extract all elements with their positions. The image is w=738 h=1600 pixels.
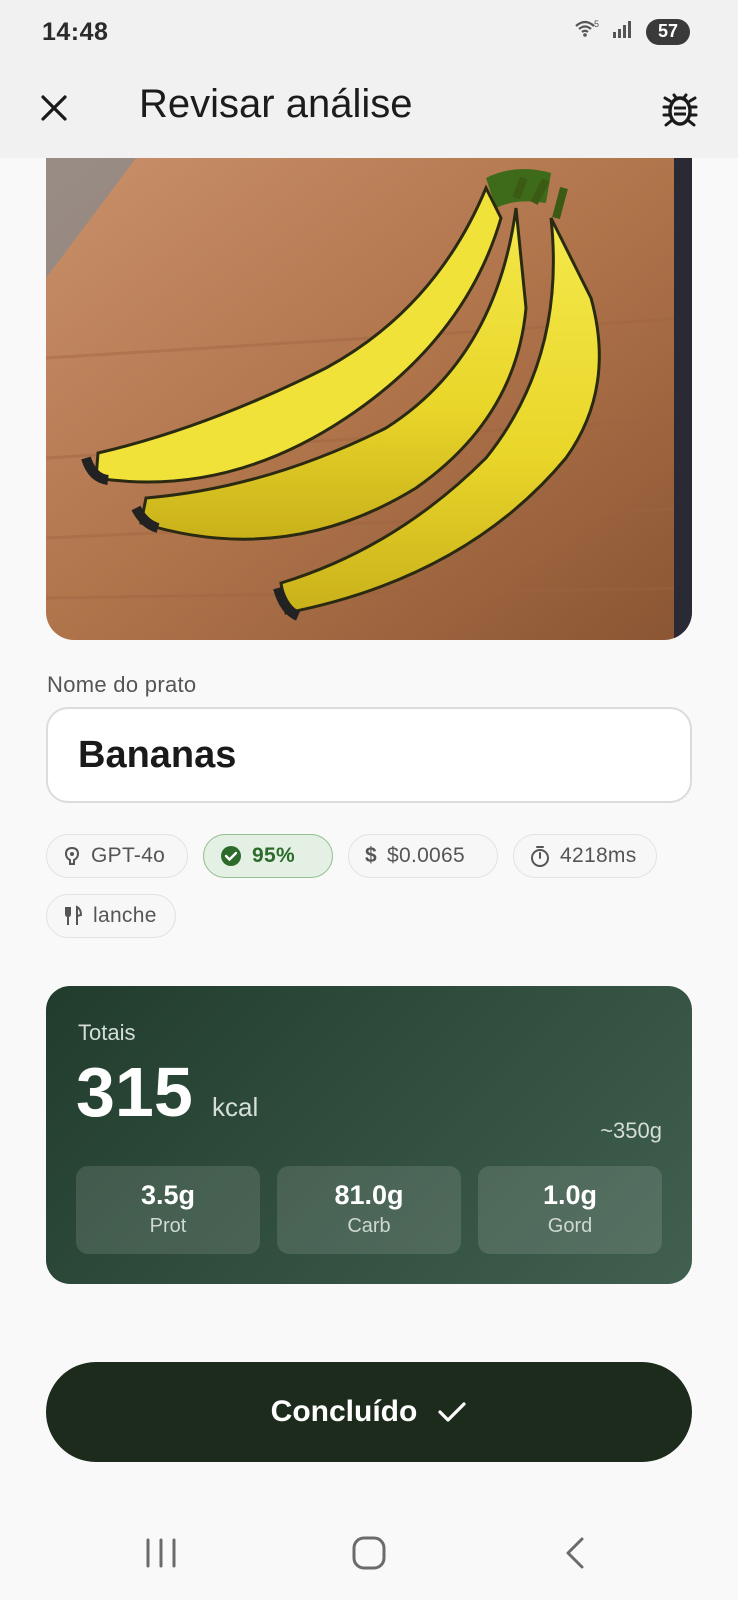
cost-chip: $ $0.0065 bbox=[348, 834, 498, 878]
timer-icon bbox=[531, 846, 549, 867]
utensils-icon bbox=[65, 905, 83, 925]
totals-card: Totais 315 kcal ~350g 3.5g Prot 81.0g Ca… bbox=[46, 986, 692, 1284]
totals-weight: ~350g bbox=[600, 1118, 662, 1143]
wifi-icon: 5 bbox=[574, 18, 600, 45]
done-button[interactable]: Concluído bbox=[46, 1362, 692, 1462]
battery-indicator: 57 bbox=[646, 18, 690, 45]
home-button[interactable] bbox=[339, 1528, 399, 1578]
macro-protein-value: 3.5g bbox=[140, 1180, 196, 1210]
macro-fat-label: Gord bbox=[547, 1215, 593, 1237]
signal-icon bbox=[612, 19, 634, 44]
status-bar: 14:48 5 57 bbox=[0, 0, 738, 66]
back-button[interactable] bbox=[545, 1528, 605, 1578]
close-icon bbox=[41, 95, 67, 121]
done-button-label: Concluído bbox=[270, 1395, 418, 1428]
model-chip: GPT-4o bbox=[46, 834, 188, 878]
totals-kcal-value: 315 bbox=[76, 1053, 193, 1131]
brain-icon bbox=[64, 846, 80, 865]
dollar-icon: $ bbox=[365, 844, 377, 867]
confidence-chip-text: 95% bbox=[252, 844, 295, 867]
dish-name-input[interactable] bbox=[46, 707, 692, 803]
macro-protein-label: Prot bbox=[149, 1215, 187, 1237]
macro-carb: 81.0g Carb bbox=[277, 1166, 461, 1254]
macro-fat: 1.0g Gord bbox=[478, 1166, 662, 1254]
dish-name-label: Nome do prato bbox=[47, 672, 197, 697]
debug-button[interactable] bbox=[652, 80, 708, 136]
macro-protein: 3.5g Prot bbox=[76, 1166, 260, 1254]
svg-text:5: 5 bbox=[594, 19, 599, 29]
time-chip: 4218ms bbox=[513, 834, 657, 878]
model-chip-text: GPT-4o bbox=[91, 844, 166, 867]
check-icon bbox=[438, 1402, 466, 1422]
status-icons: 5 57 bbox=[574, 18, 690, 45]
time-chip-text: 4218ms bbox=[560, 844, 637, 867]
meal-type-chip-text: lanche bbox=[93, 904, 157, 927]
recents-button[interactable] bbox=[131, 1528, 191, 1578]
status-time: 14:48 bbox=[42, 18, 109, 46]
bug-icon bbox=[662, 93, 698, 127]
macro-carb-value: 81.0g bbox=[334, 1180, 404, 1210]
close-button[interactable] bbox=[28, 82, 80, 134]
totals-label: Totais bbox=[78, 1020, 136, 1045]
cost-chip-text: $0.0065 bbox=[386, 844, 465, 867]
system-nav-bar bbox=[0, 1512, 738, 1600]
totals-kcal-unit: kcal bbox=[212, 1092, 259, 1122]
confidence-chip: 95% bbox=[203, 834, 333, 878]
check-circle-icon bbox=[221, 846, 241, 866]
macro-carb-label: Carb bbox=[347, 1215, 391, 1237]
page-title: Revisar análise bbox=[139, 82, 413, 126]
back-icon bbox=[566, 1537, 584, 1569]
food-photo bbox=[46, 158, 692, 640]
home-icon bbox=[352, 1536, 386, 1570]
app-bar: Revisar análise bbox=[0, 66, 738, 158]
meal-type-chip: lanche bbox=[46, 894, 176, 938]
macro-fat-value: 1.0g bbox=[542, 1180, 598, 1210]
recents-icon bbox=[146, 1538, 176, 1568]
